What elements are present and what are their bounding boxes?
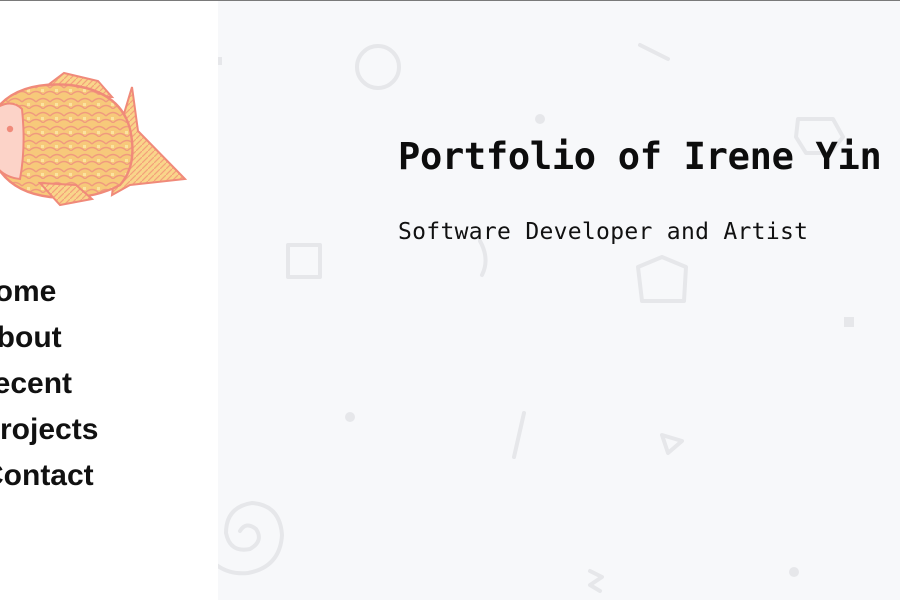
decor-dot-shape <box>345 412 355 422</box>
nav-item-home[interactable]: Home <box>0 271 98 317</box>
decor-spiral-shape <box>218 501 284 576</box>
decor-zigzag-shape <box>588 569 604 593</box>
nav-menu: Home About Recent Projects Contact <box>0 271 98 501</box>
page-title: Portfolio of Irene Yin <box>398 135 882 178</box>
decor-dot-shape <box>535 114 545 124</box>
decor-slash-shape <box>512 411 526 459</box>
decor-pentagon-shape <box>636 255 688 303</box>
decor-dot-shape <box>844 317 854 327</box>
decor-circle-shape <box>355 44 401 90</box>
decor-dot-shape <box>789 567 799 577</box>
fish-head <box>0 102 25 181</box>
main-content: Portfolio of Irene Yin Software Develope… <box>218 1 900 600</box>
decor-dot-shape <box>218 57 222 65</box>
decor-line-shape <box>638 43 670 61</box>
nav-item-about[interactable]: About <box>0 317 98 363</box>
sidebar: Home About Recent Projects Contact <box>0 1 218 600</box>
nav-item-contact[interactable]: Contact <box>0 455 98 501</box>
fish-eye <box>6 125 14 133</box>
koi-fish-icon[interactable] <box>0 67 190 207</box>
nav-item-recent[interactable]: Recent <box>0 363 98 409</box>
decor-square-shape <box>286 243 322 279</box>
decor-triangle-shape <box>660 433 684 455</box>
page-subtitle: Software Developer and Artist <box>398 219 809 245</box>
background-shapes-decoration <box>218 43 854 593</box>
decor-arc-shape <box>478 239 488 277</box>
nav-item-projects[interactable]: Projects <box>0 409 98 455</box>
window-top-border <box>0 0 900 1</box>
